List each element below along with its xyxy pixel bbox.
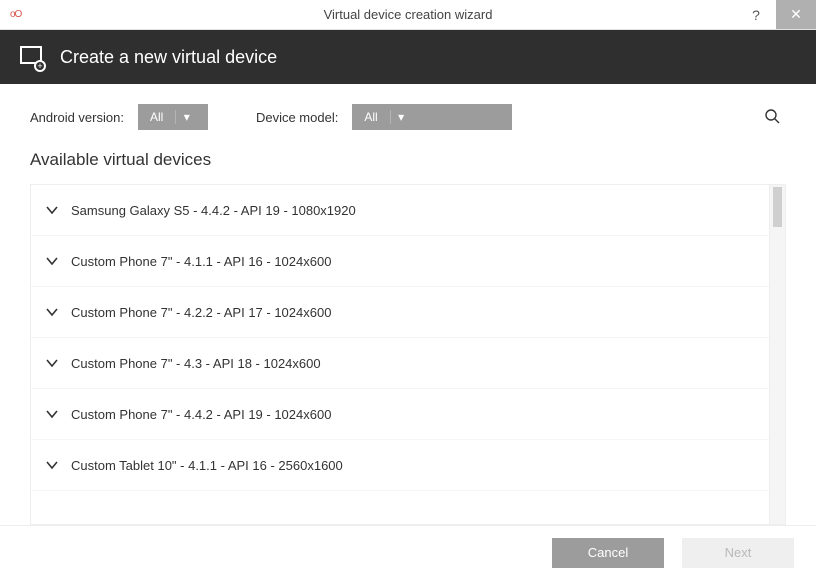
chevron-down-icon	[45, 254, 71, 268]
chevron-down-icon: ▾	[175, 110, 197, 124]
footer: Cancel Next	[0, 525, 816, 579]
new-device-icon: +	[18, 44, 44, 70]
window-title: Virtual device creation wizard	[0, 7, 816, 22]
titlebar: oO Virtual device creation wizard ? ✕	[0, 0, 816, 30]
device-model-label: Device model:	[256, 110, 338, 125]
device-row-label: Custom Tablet 10" - 4.1.1 - API 16 - 256…	[71, 458, 343, 473]
chevron-down-icon	[45, 356, 71, 370]
device-row[interactable]: Samsung Galaxy S5 - 4.4.2 - API 19 - 108…	[31, 185, 769, 236]
device-row-label: Custom Phone 7" - 4.3 - API 18 - 1024x60…	[71, 356, 321, 371]
device-model-value: All	[352, 110, 389, 124]
chevron-down-icon	[45, 458, 71, 472]
chevron-down-icon	[45, 407, 71, 421]
search-box	[596, 104, 786, 130]
device-list-wrap: Samsung Galaxy S5 - 4.4.2 - API 19 - 108…	[30, 184, 786, 525]
content: Android version: All ▾ Device model: All…	[0, 84, 816, 525]
chevron-down-icon	[45, 305, 71, 319]
device-row-label: Custom Phone 7" - 4.2.2 - API 17 - 1024x…	[71, 305, 331, 320]
cancel-button[interactable]: Cancel	[552, 538, 664, 568]
help-button[interactable]: ?	[736, 0, 776, 29]
device-model-select[interactable]: All ▾	[352, 104, 512, 130]
chevron-down-icon: ▾	[390, 110, 412, 124]
close-icon: ✕	[790, 6, 802, 23]
device-row[interactable]: Custom Tablet 10" - 4.1.1 - API 16 - 256…	[31, 440, 769, 491]
android-version-label: Android version:	[30, 110, 124, 125]
device-row-label: Custom Phone 7" - 4.4.2 - API 19 - 1024x…	[71, 407, 331, 422]
list-title: Available virtual devices	[30, 150, 786, 170]
window-controls: ? ✕	[736, 0, 816, 29]
next-button[interactable]: Next	[682, 538, 794, 568]
device-row[interactable]: Custom Phone 7" - 4.2.2 - API 17 - 1024x…	[31, 287, 769, 338]
search-icon	[764, 108, 780, 124]
help-icon: ?	[752, 7, 760, 23]
chevron-down-icon	[45, 203, 71, 217]
search-input[interactable]	[596, 106, 778, 128]
device-row-label: Custom Phone 7" - 4.1.1 - API 16 - 1024x…	[71, 254, 331, 269]
scrollbar[interactable]	[769, 185, 785, 524]
android-version-select[interactable]: All ▾	[138, 104, 208, 130]
device-row[interactable]: Custom Phone 7" - 4.1.1 - API 16 - 1024x…	[31, 236, 769, 287]
cancel-label: Cancel	[588, 545, 628, 560]
device-row[interactable]: Custom Phone 7" - 4.4.2 - API 19 - 1024x…	[31, 389, 769, 440]
device-row-label: Samsung Galaxy S5 - 4.4.2 - API 19 - 108…	[71, 203, 356, 218]
wizard-header: + Create a new virtual device	[0, 30, 816, 84]
close-button[interactable]: ✕	[776, 0, 816, 29]
android-version-value: All	[138, 110, 175, 124]
filter-bar: Android version: All ▾ Device model: All…	[30, 104, 786, 130]
device-list: Samsung Galaxy S5 - 4.4.2 - API 19 - 108…	[31, 185, 769, 524]
wizard-title: Create a new virtual device	[60, 47, 277, 68]
scrollbar-thumb[interactable]	[773, 187, 782, 227]
device-row[interactable]: Custom Phone 7" - 4.3 - API 18 - 1024x60…	[31, 338, 769, 389]
next-label: Next	[725, 545, 752, 560]
